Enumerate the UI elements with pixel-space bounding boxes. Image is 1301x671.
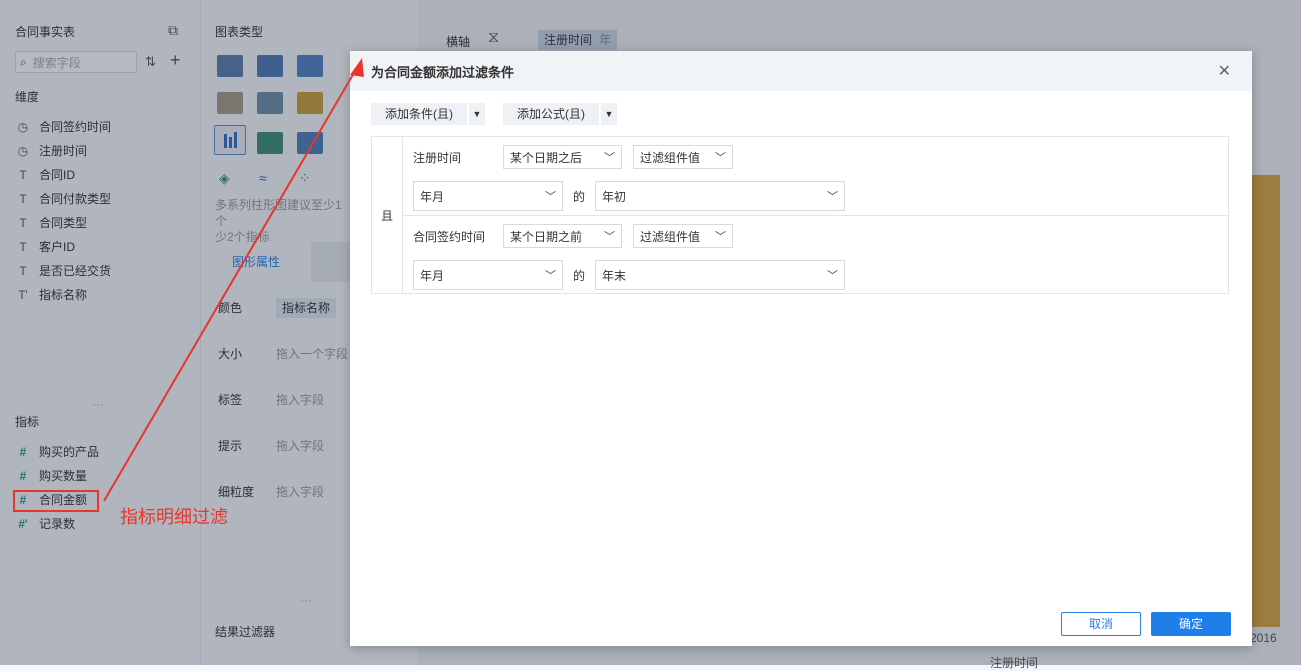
annotation-caption: 指标明细过滤 <box>120 507 228 527</box>
annotation-arrow <box>103 58 364 502</box>
